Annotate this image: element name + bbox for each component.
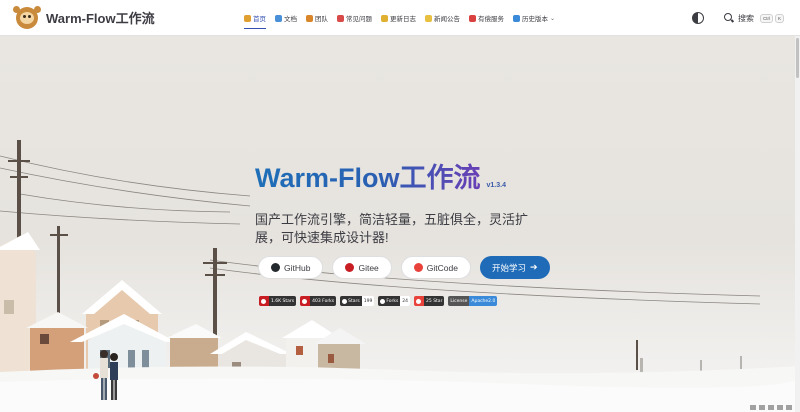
history-icon — [513, 14, 520, 22]
site-title: Warm-Flow工作流 — [46, 11, 155, 26]
chevron-down-icon: ⌄ — [550, 15, 556, 22]
tray-icon — [777, 405, 783, 410]
gitcode-icon — [414, 296, 425, 306]
home-icon — [244, 14, 251, 22]
service-icon — [469, 14, 476, 22]
nav-item-label: 历史版本 — [522, 16, 548, 23]
badge-value: 199 — [361, 296, 375, 306]
nav-item-label: 新闻公告 — [434, 16, 460, 23]
gitcode-button[interactable]: GitCode — [400, 256, 471, 279]
search-icon — [723, 13, 734, 23]
github-icon — [380, 298, 386, 304]
doc-icon — [275, 14, 282, 22]
badge-value: 403 Forks — [310, 296, 337, 306]
license-badge[interactable]: License Apache2.0 — [448, 296, 498, 306]
shortcut-key: K — [774, 13, 784, 23]
log-icon — [381, 14, 388, 22]
shortcut-key: Ctrl — [759, 13, 773, 23]
nav-item-team[interactable]: 团队 — [306, 0, 328, 36]
badge-value: 1.6K Stars — [269, 296, 297, 306]
github-icon — [271, 263, 280, 272]
gitee-button[interactable]: Gitee — [332, 256, 392, 279]
news-icon — [425, 14, 432, 22]
github-stars-badge[interactable]: Stars 199 — [340, 296, 375, 306]
tray-icon — [750, 405, 756, 410]
version-tag: v1.3.4 — [486, 182, 506, 189]
nav-item-label: 更新日志 — [390, 16, 416, 23]
hero-section: Warm-Flow工作流 v1.3.4 国产工作流引擎，简洁轻量，五脏俱全，灵活… — [255, 156, 635, 247]
nav-item-faq[interactable]: 常见问题 — [337, 0, 372, 36]
nav-item-news[interactable]: 新闻公告 — [425, 0, 460, 36]
team-icon — [306, 14, 313, 22]
gitee-icon — [345, 263, 355, 272]
gitcode-star-badge[interactable]: 25 Star — [414, 296, 445, 306]
main-menu: 首页 文档 团队 常见问题 更新日志 新闻公告 有偿服务 历史版本 ⌄ — [244, 0, 564, 36]
tray-icon — [768, 405, 774, 410]
gitcode-icon — [413, 263, 423, 272]
button-label: Gitee — [358, 262, 379, 273]
badge-label-text: Forks — [386, 298, 399, 304]
badge-value: 24 — [400, 296, 411, 306]
github-forks-badge[interactable]: Forks 24 — [378, 296, 411, 306]
get-started-button[interactable]: 开始学习 ➔ — [479, 256, 550, 279]
nav-item-label: 首页 — [253, 16, 266, 23]
tray-icon — [786, 405, 792, 410]
arrow-right-icon: ➔ — [530, 262, 538, 272]
hero-actions: GitHub Gitee GitCode 开始学习 ➔ — [258, 256, 559, 279]
question-icon — [337, 14, 344, 22]
brand-link[interactable]: Warm-Flow工作流 — [13, 5, 155, 29]
nav-item-label: 团队 — [315, 16, 328, 23]
nav-item-paid-service[interactable]: 有偿服务 — [469, 0, 504, 36]
search-label: 搜索 — [737, 13, 754, 23]
search-button[interactable]: 搜索 Ctrl K — [723, 13, 784, 24]
badge-label: Forks — [378, 296, 401, 306]
gitee-forks-badge[interactable]: 403 Forks — [300, 296, 337, 306]
nav-item-history[interactable]: 历史版本 ⌄ — [513, 0, 555, 36]
gitee-icon — [259, 296, 269, 306]
badge-value: 25 Star — [424, 296, 445, 306]
nav-right: 搜索 Ctrl K — [691, 0, 784, 36]
badge-value: Apache2.0 — [469, 296, 498, 306]
button-label: 开始学习 — [491, 262, 526, 273]
top-navbar: Warm-Flow工作流 首页 文档 团队 常见问题 更新日志 新闻公告 有偿服… — [0, 0, 800, 36]
nav-item-changelog[interactable]: 更新日志 — [381, 0, 416, 36]
hero-title: Warm-Flow工作流 — [255, 156, 481, 195]
gitee-stars-badge[interactable]: 1.6K Stars — [259, 296, 297, 306]
nav-item-docs[interactable]: 文档 — [275, 0, 297, 36]
scrollbar-thumb[interactable] — [796, 38, 799, 78]
tray-icon — [759, 405, 765, 410]
nav-item-label: 有偿服务 — [478, 16, 504, 23]
monkey-logo-icon — [13, 5, 41, 29]
badge-label-text: Stars — [348, 298, 360, 304]
repo-badges: 1.6K Stars 403 Forks Stars 199 Forks 24 … — [259, 296, 501, 306]
badge-label: License — [448, 296, 470, 306]
system-tray — [747, 405, 792, 410]
page-scrollbar[interactable] — [795, 36, 800, 412]
nav-item-label: 常见问题 — [346, 16, 372, 23]
nav-item-home[interactable]: 首页 — [244, 0, 266, 36]
hero-tagline: 国产工作流引擎，简洁轻量，五脏俱全，灵活扩展，可快速集成设计器! — [255, 212, 529, 245]
button-label: GitHub — [284, 262, 311, 273]
hero-title-row: Warm-Flow工作流 v1.3.4 — [255, 156, 635, 195]
badge-label: Stars — [340, 296, 362, 306]
github-icon — [342, 298, 348, 304]
nav-item-label: 文档 — [284, 16, 297, 23]
gitee-icon — [300, 296, 311, 306]
button-label: GitCode — [426, 262, 458, 273]
theme-toggle-icon[interactable] — [691, 12, 704, 24]
github-button[interactable]: GitHub — [258, 256, 324, 279]
